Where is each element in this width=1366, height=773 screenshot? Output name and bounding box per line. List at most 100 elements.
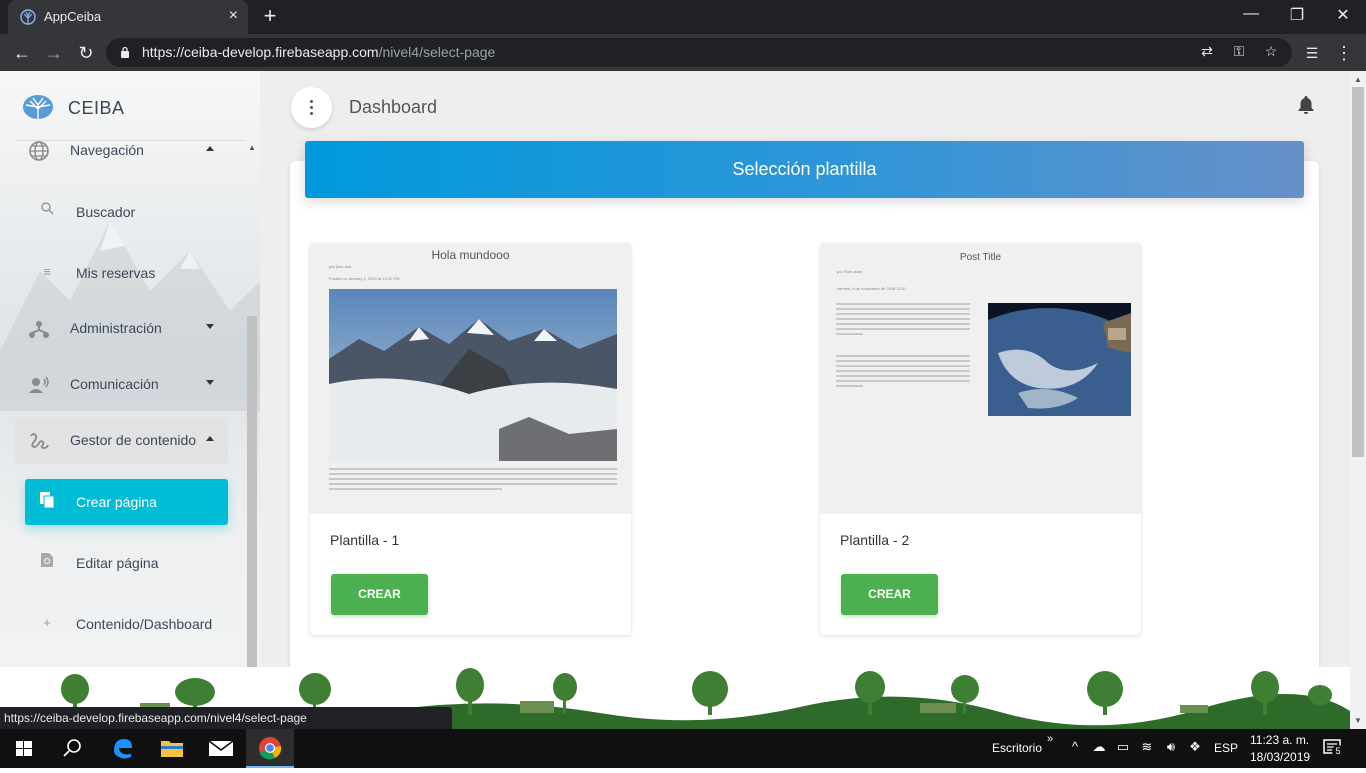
mail-icon[interactable] — [197, 729, 245, 768]
caret-up-icon — [206, 436, 214, 441]
clock-time[interactable]: 11:23 a. m. — [1250, 733, 1309, 747]
create-button[interactable]: CREAR — [331, 574, 428, 615]
scroll-up-icon[interactable]: ▲ — [1354, 75, 1362, 84]
sidebar-item-label: Crear página — [76, 494, 157, 510]
back-icon[interactable]: ← — [11, 42, 33, 64]
wifi-icon[interactable]: ≋ — [1138, 739, 1156, 755]
dot — [310, 112, 313, 115]
url-path: /nivel4/select-page — [378, 44, 496, 60]
key-icon[interactable]: ⚿ — [1230, 43, 1248, 60]
restore-icon[interactable]: ❐ — [1287, 5, 1307, 25]
show-hidden-icons-icon[interactable]: ^ — [1066, 739, 1084, 754]
volume-icon[interactable]: 🔊︎ — [1162, 739, 1180, 755]
url-text[interactable]: https://ceiba-develop.firebaseapp.com/ni… — [142, 44, 495, 60]
file-explorer-icon[interactable] — [148, 729, 196, 768]
tab-close-icon[interactable]: × — [229, 7, 238, 25]
template-preview[interactable]: Post Title por Start autor viernes, 9 de… — [820, 243, 1141, 514]
dot — [310, 100, 313, 103]
sidebar-scrollbar[interactable]: ▲ — [246, 141, 258, 729]
close-window-icon[interactable]: ✕ — [1333, 5, 1353, 25]
sidebar-item-crear-pagina[interactable]: Crear página — [25, 479, 228, 525]
lock-icon — [121, 46, 129, 58]
reload-icon[interactable]: ↻ — [75, 42, 97, 64]
battery-icon[interactable]: ▭ — [1114, 739, 1132, 755]
sidebar-item-editar-pagina[interactable]: Editar página — [25, 540, 228, 586]
earth-from-space-image — [988, 303, 1131, 416]
extension-icon[interactable]: ☰ — [1301, 42, 1323, 64]
menu-toggle-button[interactable] — [291, 87, 332, 128]
preview-date: Posted on January 1, 2019 at 12:00 PM — [329, 276, 400, 281]
notification-count: 5 — [1332, 745, 1344, 757]
bell-icon[interactable] — [1297, 95, 1315, 115]
search-icon[interactable] — [48, 729, 96, 768]
sidebar-item-contenido-dashboard[interactable]: + Contenido/Dashboard — [25, 601, 228, 647]
preview-title: Hola mundooo — [431, 248, 510, 262]
sidebar-item-label: Gestor de contenido — [70, 432, 197, 448]
chrome-icon[interactable] — [246, 729, 294, 768]
sidebar-item-mis-reservas[interactable]: ≡ Mis reservas — [25, 250, 228, 296]
scroll-up-icon[interactable]: ▲ — [248, 143, 256, 152]
browser-tab-strip: AppCeiba × + — ❐ ✕ — [0, 0, 1366, 34]
url-host: https://ceiba-develop.firebaseapp.com — [142, 44, 379, 60]
sidebar-item-label: Administración — [70, 320, 162, 336]
sidebar-item-label: Contenido/Dashboard — [76, 616, 213, 632]
language-indicator[interactable]: ESP — [1214, 741, 1238, 755]
edge-browser-icon[interactable] — [98, 729, 146, 768]
toolbar-chevron-icon[interactable]: » — [1047, 733, 1053, 745]
tab-title: AppCeiba — [44, 9, 102, 24]
minimize-icon[interactable]: — — [1241, 5, 1261, 23]
scroll-down-icon[interactable]: ▼ — [1354, 716, 1362, 725]
sidebar: CEIBA Navegación Buscador ≡ Mis reservas… — [0, 71, 260, 729]
create-button[interactable]: CREAR — [841, 574, 938, 615]
action-center-icon[interactable]: 5 — [1322, 738, 1344, 758]
onedrive-icon[interactable]: ☁ — [1090, 739, 1108, 755]
desktop-toolbar-label[interactable]: Escritorio — [992, 741, 1042, 755]
clock-date[interactable]: 18/03/2019 — [1250, 750, 1310, 764]
globe-icon — [28, 140, 50, 162]
sidebar-item-buscador[interactable]: Buscador — [25, 189, 228, 235]
template-preview[interactable]: Hola mundooo por jhon doe Posted on Janu… — [310, 243, 631, 514]
more-menu-icon[interactable]: ⋮ — [1333, 42, 1355, 64]
page-title: Dashboard — [349, 97, 438, 117]
new-tab-button[interactable]: + — [260, 4, 280, 28]
translate-icon[interactable]: ⇄ — [1198, 43, 1216, 60]
forward-icon[interactable]: → — [43, 42, 65, 64]
web-page: CEIBA Navegación Buscador ≡ Mis reservas… — [0, 71, 1366, 729]
brand-name: CEIBA — [68, 98, 125, 118]
preview-author: por Start autor — [837, 269, 863, 274]
template-item-2[interactable]: Post Title por Start autor viernes, 9 de… — [820, 243, 1141, 635]
scrollbar-thumb[interactable] — [1352, 87, 1364, 457]
dot — [310, 106, 313, 109]
preview-paragraph — [329, 468, 617, 493]
template-name: Plantilla - 2 — [840, 532, 910, 548]
edit-file-icon — [37, 552, 57, 572]
preview-paragraph — [836, 355, 970, 390]
taskbar: Escritorio » ^ ☁ ▭ ≋ 🔊︎ ❖ ESP 11:23 a. m… — [0, 729, 1366, 768]
sidebar-item-administracion[interactable]: Administración — [15, 306, 228, 352]
plus-icon: + — [43, 615, 51, 630]
template-item-1[interactable]: Hola mundooo por jhon doe Posted on Janu… — [310, 243, 631, 635]
omnibox[interactable]: https://ceiba-develop.firebaseapp.com/ni… — [106, 38, 1292, 67]
sidebar-item-comunicacion[interactable]: Comunicación — [15, 362, 228, 408]
sidebar-item-navegacion[interactable]: Navegación — [15, 128, 228, 174]
browser-tab[interactable]: AppCeiba × — [8, 0, 248, 34]
sidebar-item-gestor-de-contenido[interactable]: Gestor de contenido — [15, 418, 228, 464]
address-bar: ← → ↻ https://ceiba-develop.firebaseapp.… — [0, 34, 1366, 71]
sidebar-item-label: Buscador — [76, 204, 136, 220]
dropbox-icon[interactable]: ❖ — [1186, 739, 1204, 755]
sidebar-item-label: Comunicación — [70, 376, 159, 392]
preview-paragraph — [836, 303, 970, 338]
ceiba-logo-icon — [23, 95, 53, 119]
page-scrollbar[interactable]: ▲ ▼ — [1350, 71, 1366, 729]
list-icon: ≡ — [43, 264, 51, 279]
file-copy-icon — [37, 491, 57, 511]
windows-start-icon[interactable] — [0, 729, 48, 768]
template-name: Plantilla - 1 — [330, 532, 400, 548]
gesture-icon — [28, 430, 50, 452]
search-icon — [37, 201, 57, 221]
preview-title: Post Title — [959, 252, 1002, 263]
card-header-title: Selección plantilla — [732, 159, 877, 179]
sidebar-item-label: Mis reservas — [76, 265, 156, 281]
star-icon[interactable]: ☆ — [1262, 43, 1280, 60]
card-header: Selección plantilla — [305, 141, 1304, 198]
